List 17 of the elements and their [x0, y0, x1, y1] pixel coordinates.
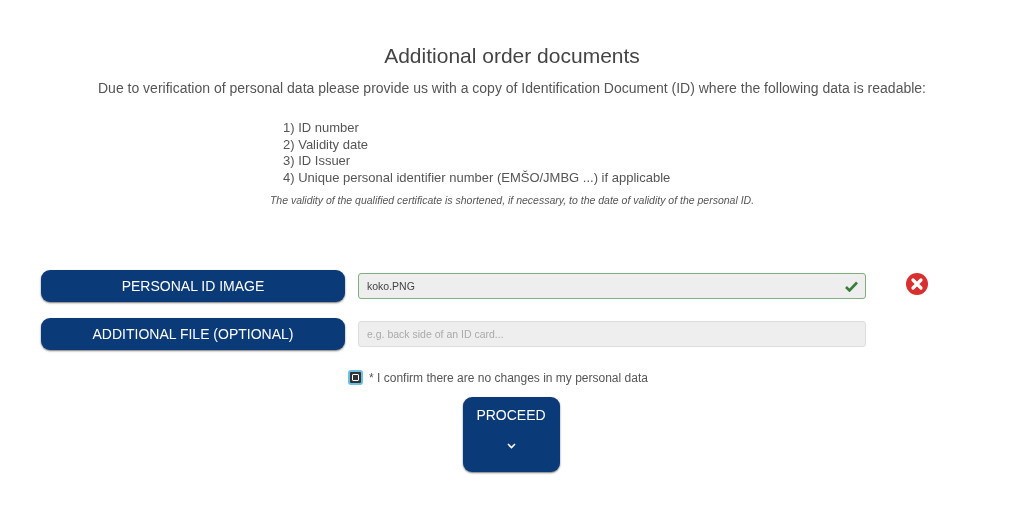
intro-text: Due to verification of personal data please provide us with a copy of Identification Document (ID) where the following data is readable: — [98, 80, 926, 96]
requirement-item: 1) ID number — [283, 120, 360, 137]
upload-button[interactable]: ADDITIONAL FILE (OPTIONAL) — [41, 318, 345, 350]
check-icon — [845, 281, 858, 292]
requirement-item: 4) Unique personal identifier number (EMŠO/JMBG ...) if applicable — [283, 169, 671, 186]
file-field[interactable]: e.g. back side of an ID card... — [358, 321, 866, 347]
file-field[interactable]: koko.PNG — [358, 273, 866, 299]
page-title: Additional order documents — [384, 44, 640, 68]
validity-note: The validity of the qualified certificate is shortened, if necessary, to the date of validity of the personal ID. — [269, 194, 755, 206]
chevron-down-icon — [506, 443, 516, 449]
confirm-checkbox[interactable] — [348, 370, 364, 385]
requirement-item: 2) Validity date — [283, 136, 370, 153]
upload-button[interactable]: PERSONAL ID IMAGE — [41, 270, 345, 302]
remove-icon[interactable] — [906, 273, 928, 295]
proceed-button[interactable]: PROCEED — [462, 397, 560, 472]
requirement-item: 3) ID Issuer — [283, 153, 352, 170]
confirm-label: * I confirm there are no changes in my personal data — [369, 370, 648, 385]
